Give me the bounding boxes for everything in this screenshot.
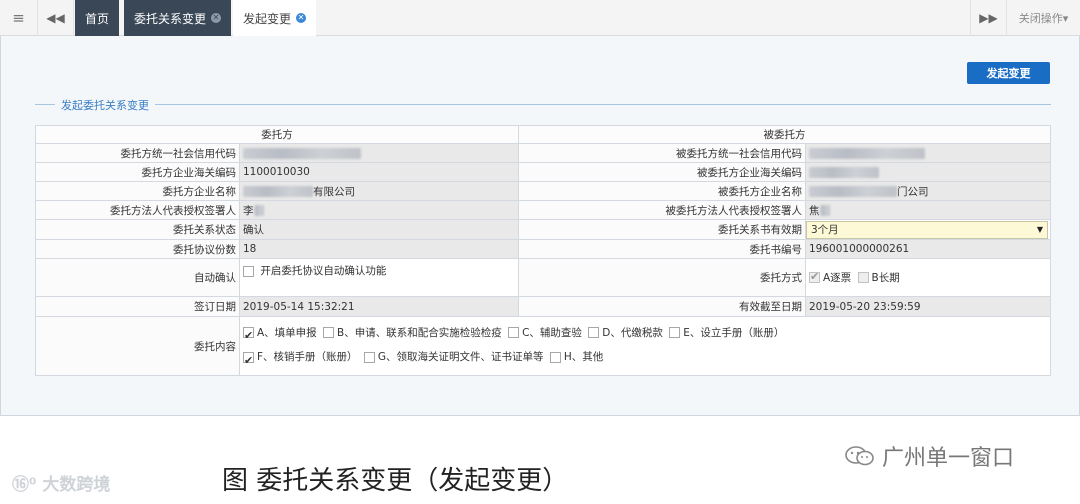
content-option-e-checkbox[interactable] bbox=[669, 327, 681, 338]
redacted-value bbox=[809, 186, 897, 197]
expiry-date: 2019-05-20 23:59:59 bbox=[805, 296, 1051, 317]
field-label: 委托方式 bbox=[518, 258, 806, 297]
dropdown-arrow-icon: ▼ bbox=[1036, 225, 1043, 234]
content-option-label: C、辅助查验 bbox=[522, 326, 582, 339]
validity-period-value: 3个月 bbox=[811, 224, 839, 236]
client-credit-code bbox=[239, 143, 519, 163]
delegation-number: 196001000000261 bbox=[805, 239, 1051, 259]
validity-period-select[interactable]: 3个月 ▼ bbox=[806, 220, 1048, 239]
redacted-value bbox=[819, 205, 830, 216]
delegation-method-cell: A逐票 B长期 bbox=[805, 258, 1051, 297]
tab-initiate-change[interactable]: 发起变更 ✕ bbox=[233, 0, 317, 36]
source-watermark: ⑯⁰ 大数跨境 bbox=[12, 475, 111, 495]
auto-confirm-checkbox[interactable] bbox=[243, 265, 254, 277]
agent-signatory-value: 焦 bbox=[809, 204, 820, 217]
method-b-checkbox[interactable] bbox=[857, 271, 869, 283]
redacted-value bbox=[253, 205, 264, 216]
field-label: 签订日期 bbox=[35, 296, 240, 317]
close-icon[interactable]: ✕ bbox=[296, 13, 307, 23]
section-divider bbox=[35, 104, 1051, 105]
content-option-c-checkbox[interactable] bbox=[508, 327, 520, 338]
tab-relation-change[interactable]: 委托关系变更 ✕ bbox=[124, 0, 232, 36]
field-label: 被委托方企业名称 bbox=[518, 181, 806, 201]
sign-date: 2019-05-14 15:32:21 bbox=[239, 296, 519, 317]
initiate-change-button[interactable]: 发起变更 bbox=[967, 62, 1050, 84]
field-label: 委托关系书有效期 bbox=[518, 219, 806, 240]
double-chevron-right-icon[interactable]: ▶▶ bbox=[970, 0, 1006, 36]
content-options-line-2: F、核销手册（账册） G、领取海关证明文件、证书证单等 H、其他 bbox=[243, 346, 1050, 372]
field-label: 委托关系状态 bbox=[35, 219, 240, 240]
delegation-form: 委托方 被委托方 委托方统一社会信用代码 被委托方统一社会信用代码 委托方企业海… bbox=[35, 125, 1051, 376]
content-option-label: G、领取海关证明文件、证书证单等 bbox=[377, 351, 544, 363]
field-label: 委托方企业名称 bbox=[35, 181, 240, 201]
field-label: 委托书编号 bbox=[518, 239, 806, 259]
field-label: 自动确认 bbox=[35, 258, 240, 297]
redacted-value bbox=[243, 186, 313, 197]
content-option-a-checkbox[interactable] bbox=[243, 325, 254, 347]
method-a-checkbox[interactable] bbox=[809, 270, 820, 283]
content-option-label: F、核销手册（账册） bbox=[257, 351, 358, 363]
content-panel: 发起变更 发起委托关系变更 委托方 被委托方 委托方统一社会信用代码 被委托方统… bbox=[0, 36, 1080, 416]
content-option-d-checkbox[interactable] bbox=[588, 327, 600, 338]
content-options-line-1: A、填单申报 B、申请、联系和配合实施检验检疫 C、辅助查验 D、代缴税款 E、… bbox=[243, 322, 1050, 347]
delegation-content-cell: A、填单申报 B、申请、联系和配合实施检验检疫 C、辅助查验 D、代缴税款 E、… bbox=[239, 316, 1051, 376]
client-header: 委托方 bbox=[35, 125, 519, 144]
client-signatory: 李 bbox=[239, 200, 519, 220]
agent-company-suffix: 门公司 bbox=[897, 185, 929, 198]
agent-company-name: 门公司 bbox=[805, 181, 1051, 201]
field-label: 被委托方企业海关编码 bbox=[518, 162, 806, 182]
redacted-value bbox=[243, 147, 361, 159]
content-option-b-checkbox[interactable] bbox=[323, 327, 335, 338]
field-label: 被委托方法人代表授权签署人 bbox=[518, 200, 806, 220]
client-company-name: 有限公司 bbox=[239, 181, 519, 201]
tab-bar: ≡ ◀◀ 首页 委托关系变更 ✕ 发起变更 ✕ ▶▶ 关闭操作 ▾ bbox=[0, 0, 1080, 36]
content-option-g-checkbox[interactable] bbox=[363, 351, 375, 363]
field-label: 有效截至日期 bbox=[518, 296, 806, 317]
content-option-f-checkbox[interactable] bbox=[243, 350, 254, 372]
relation-status: 确认 bbox=[239, 219, 519, 240]
field-label: 委托方企业海关编码 bbox=[35, 162, 240, 182]
chevron-down-icon: ▾ bbox=[1062, 11, 1069, 25]
field-label: 委托协议份数 bbox=[35, 239, 240, 259]
field-label: 委托内容 bbox=[35, 316, 240, 376]
auto-confirm-label: 开启委托协议自动确认功能 bbox=[260, 265, 387, 277]
field-label: 委托方统一社会信用代码 bbox=[35, 143, 240, 163]
agent-customs-code bbox=[805, 162, 1051, 182]
field-label: 被委托方统一社会信用代码 bbox=[518, 143, 806, 163]
client-signatory-value: 李 bbox=[243, 204, 254, 217]
method-a-label: A逐票 bbox=[823, 271, 852, 284]
agreement-copies: 18 bbox=[239, 239, 519, 259]
content-option-label: E、设立手册（账册） bbox=[683, 326, 785, 339]
close-operations-dropdown[interactable]: 关闭操作 ▾ bbox=[1006, 0, 1080, 36]
tab-home[interactable]: 首页 bbox=[75, 0, 120, 36]
agent-credit-code bbox=[805, 143, 1051, 163]
field-label: 委托方法人代表授权签署人 bbox=[35, 200, 240, 220]
content-option-label: B、申请、联系和配合实施检验检疫 bbox=[337, 326, 502, 339]
hamburger-icon[interactable]: ≡ bbox=[0, 0, 38, 36]
section-title: 发起委托关系变更 bbox=[55, 97, 155, 113]
figure-caption: 图 委托关系变更（发起变更） bbox=[222, 466, 569, 496]
agent-header: 被委托方 bbox=[518, 125, 1051, 144]
redacted-value bbox=[809, 147, 925, 159]
brand-name: 广州单一窗口 bbox=[882, 446, 1015, 471]
content-option-label: H、其他 bbox=[563, 351, 604, 363]
tab-home-label: 首页 bbox=[85, 11, 110, 26]
close-operations-label: 关闭操作 bbox=[1018, 12, 1063, 25]
redacted-value bbox=[809, 166, 879, 178]
auto-confirm-cell: 开启委托协议自动确认功能 bbox=[239, 258, 519, 297]
method-b-label: B长期 bbox=[871, 271, 900, 284]
content-option-label: A、填单申报 bbox=[257, 326, 317, 339]
wechat-icon bbox=[845, 446, 874, 466]
brand-watermark: 广州单一窗口 bbox=[844, 440, 1014, 472]
content-option-h-checkbox[interactable] bbox=[549, 351, 561, 363]
validity-period-cell: 3个月 ▼ bbox=[805, 219, 1051, 240]
content-option-label: D、代缴税款 bbox=[602, 326, 663, 339]
client-company-suffix: 有限公司 bbox=[313, 185, 355, 198]
client-customs-code: 1100010030 bbox=[239, 162, 519, 182]
tab-relation-change-label: 委托关系变更 bbox=[134, 11, 207, 26]
tab-initiate-change-label: 发起变更 bbox=[243, 11, 292, 26]
close-icon[interactable]: ✕ bbox=[211, 13, 222, 23]
agent-signatory: 焦 bbox=[805, 200, 1051, 220]
double-chevron-left-icon[interactable]: ◀◀ bbox=[38, 0, 74, 36]
